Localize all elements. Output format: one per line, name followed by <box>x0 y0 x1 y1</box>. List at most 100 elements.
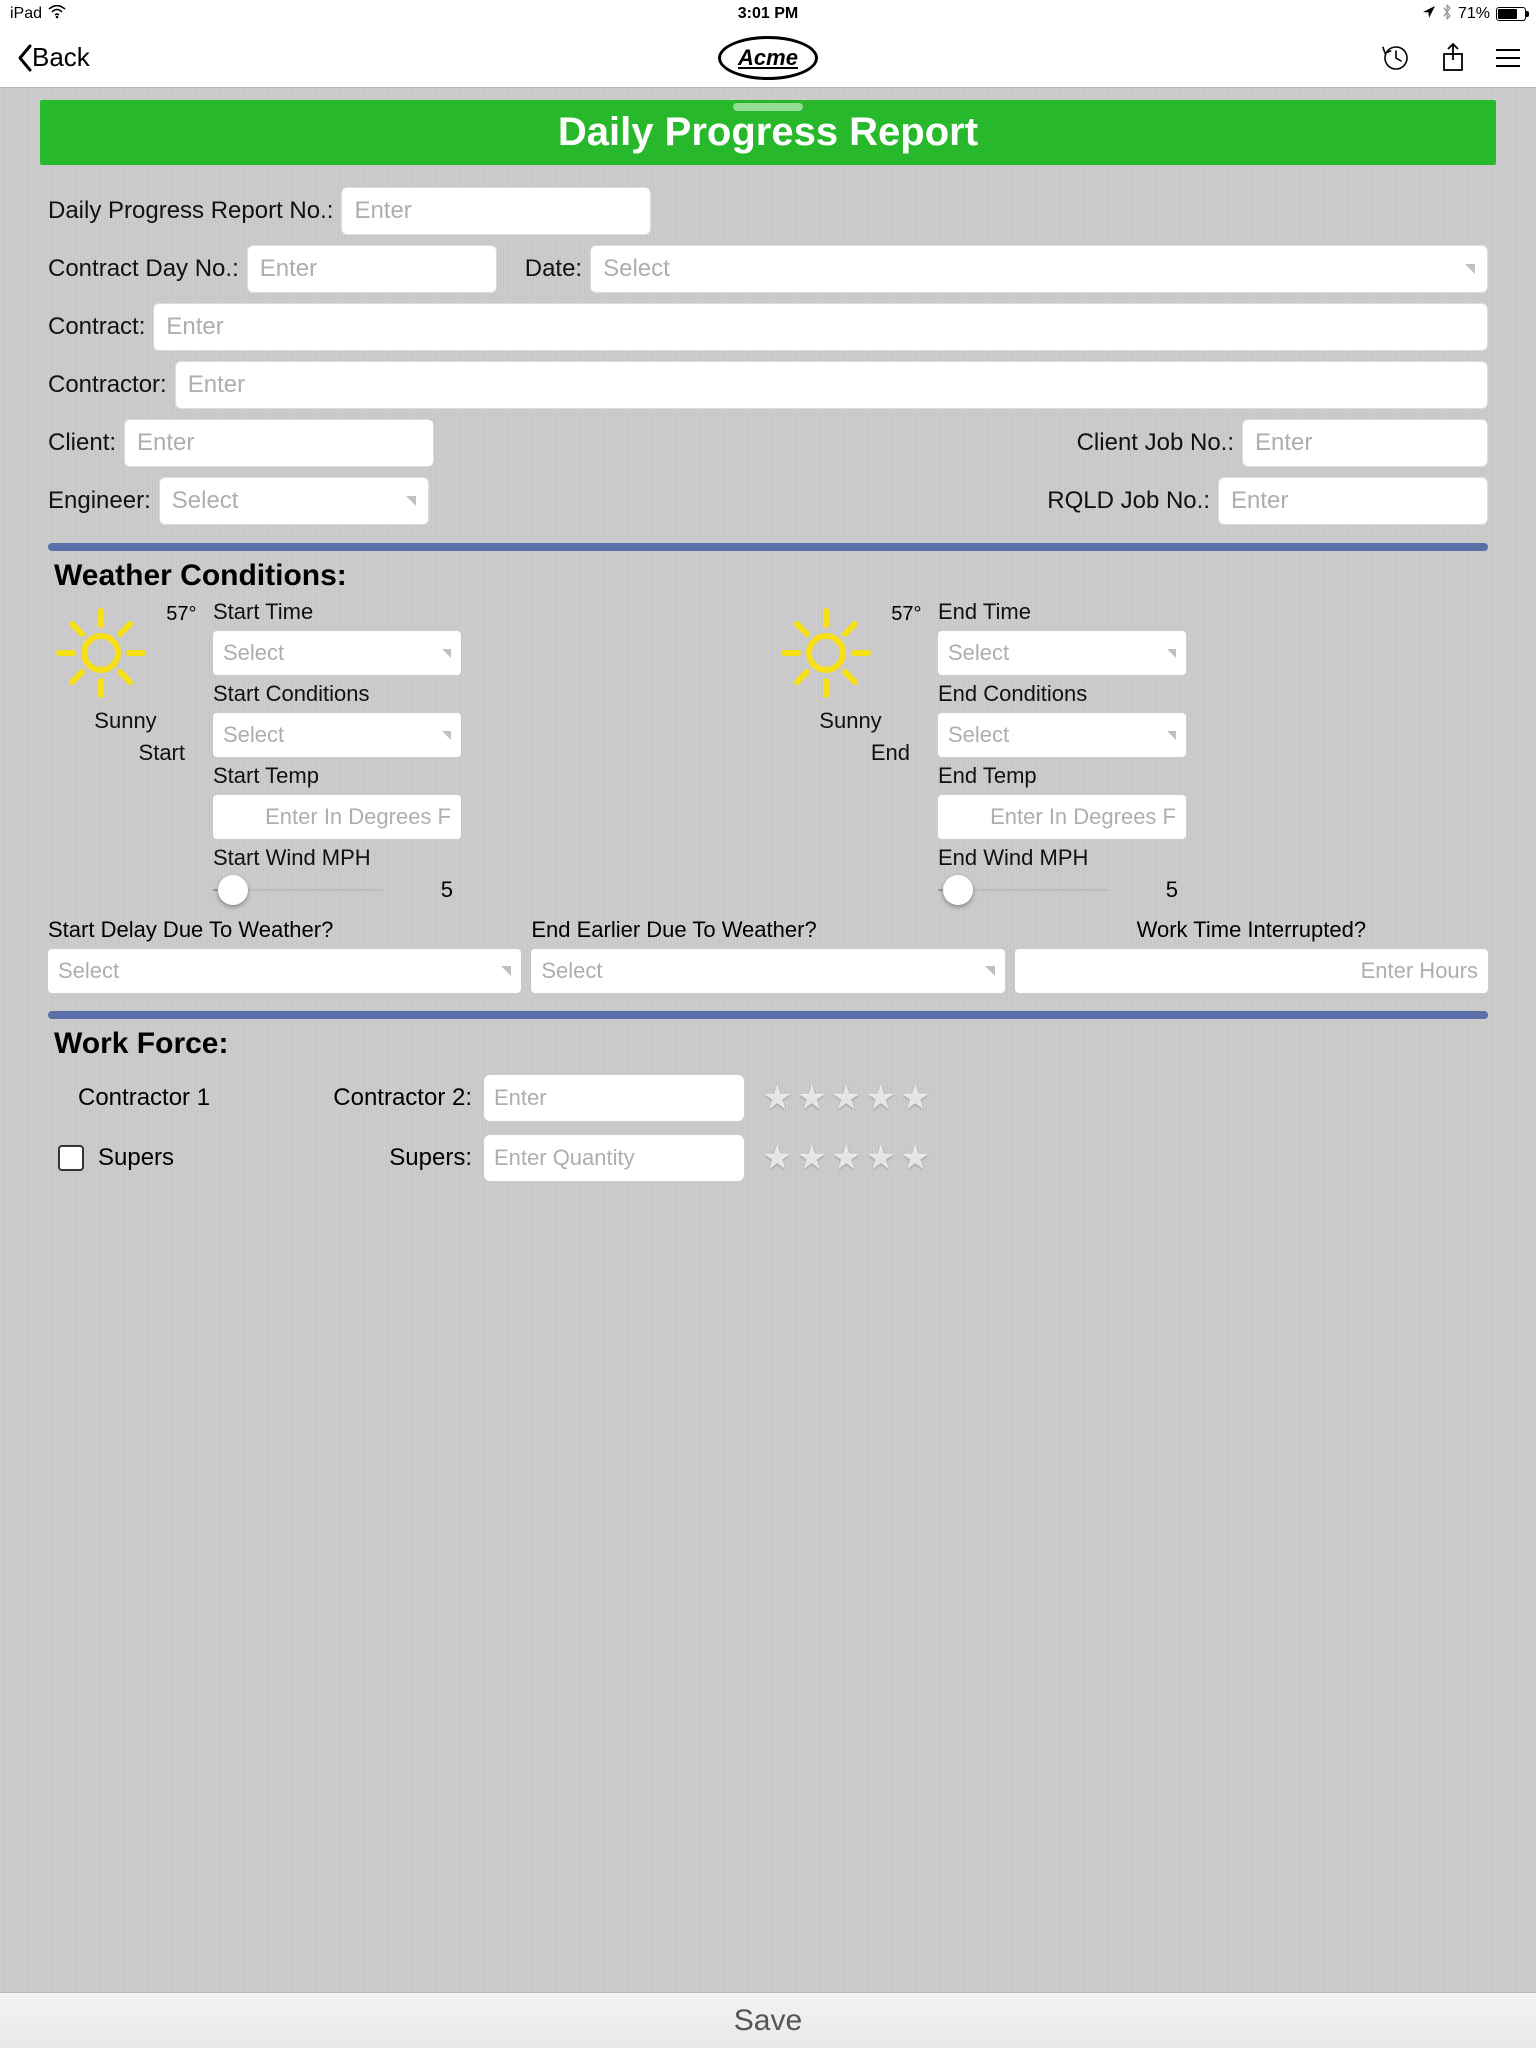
star-icon[interactable]: ★ <box>900 1138 930 1178</box>
placeholder-text: Select <box>603 255 670 283</box>
label-end-earlier: End Earlier Due To Weather? <box>531 917 1004 943</box>
label-client: Client: <box>48 429 116 457</box>
placeholder-text: Enter Quantity <box>494 1145 635 1171</box>
label-end-temp: End Temp <box>938 763 1488 789</box>
supers-qty-input[interactable]: Enter Quantity <box>484 1135 744 1181</box>
menu-icon[interactable] <box>1496 49 1520 67</box>
logo-text: Acme <box>738 45 798 71</box>
star-icon[interactable]: ★ <box>831 1138 861 1178</box>
placeholder-text: Enter <box>137 429 194 457</box>
engineer-select[interactable]: Select <box>159 477 429 525</box>
back-button[interactable]: Back <box>16 42 90 73</box>
dropdown-icon <box>1167 731 1176 740</box>
dropdown-icon <box>442 649 451 658</box>
placeholder-text: Enter <box>494 1085 547 1111</box>
sun-icon <box>776 603 876 703</box>
label-interrupted: Work Time Interrupted? <box>1015 917 1488 943</box>
start-temp-display: 57° <box>166 603 196 626</box>
start-conditions-select[interactable]: Select <box>213 713 461 757</box>
placeholder-text: Select <box>948 640 1009 666</box>
placeholder-text: Select <box>223 640 284 666</box>
star-icon[interactable]: ★ <box>762 1078 792 1118</box>
label-start-temp: Start Temp <box>213 763 763 789</box>
status-bar: iPad 3:01 PM 71% <box>0 0 1536 28</box>
end-time-select[interactable]: Select <box>938 631 1186 675</box>
star-icon[interactable]: ★ <box>796 1078 826 1118</box>
end-condition-text: Sunny <box>819 708 881 734</box>
star-icon[interactable]: ★ <box>865 1078 895 1118</box>
rqld-job-no-input[interactable]: Enter <box>1218 477 1488 525</box>
app-logo: Acme <box>718 36 818 80</box>
label-contractor2: Contractor 2: <box>296 1084 476 1112</box>
save-button[interactable]: Save <box>0 1992 1536 2048</box>
rating-stars[interactable]: ★★★★★ <box>752 1078 1488 1118</box>
supers-checkbox[interactable] <box>58 1145 84 1171</box>
drag-handle-icon[interactable] <box>733 103 803 111</box>
start-wind-slider[interactable] <box>213 889 383 891</box>
placeholder-text: Enter <box>166 313 223 341</box>
location-icon <box>1422 5 1436 24</box>
share-icon[interactable] <box>1440 42 1466 74</box>
placeholder-text: Select <box>172 487 239 515</box>
end-temp-display: 57° <box>891 603 921 626</box>
form-content: Daily Progress Report Daily Progress Rep… <box>0 88 1536 1992</box>
slider-thumb-icon[interactable] <box>943 875 973 905</box>
date-select[interactable]: Select <box>590 245 1488 293</box>
placeholder-text: Enter Hours <box>1361 958 1478 984</box>
contract-input[interactable]: Enter <box>153 303 1488 351</box>
label-end-time: End Time <box>938 599 1488 625</box>
end-earlier-select[interactable]: Select <box>531 949 1004 993</box>
star-icon[interactable]: ★ <box>865 1138 895 1178</box>
client-job-no-input[interactable]: Enter <box>1242 419 1488 467</box>
dropdown-icon <box>442 731 451 740</box>
dpr-no-input[interactable]: Enter <box>341 187 651 235</box>
placeholder-text: Enter <box>188 371 245 399</box>
nav-bar: Back Acme <box>0 28 1536 88</box>
history-icon[interactable] <box>1380 43 1410 73</box>
clock: 3:01 PM <box>738 5 798 23</box>
workforce-heading: Work Force: <box>54 1027 1488 1061</box>
label-client-job-no: Client Job No.: <box>1077 429 1234 457</box>
label-start-time: Start Time <box>213 599 763 625</box>
contract-day-no-input[interactable]: Enter <box>247 245 497 293</box>
contractor-input[interactable]: Enter <box>175 361 1488 409</box>
label-start-conditions: Start Conditions <box>213 681 763 707</box>
label-supers2: Supers: <box>296 1144 476 1172</box>
dropdown-icon <box>1465 264 1475 274</box>
label-contract-day-no: Contract Day No.: <box>48 255 239 283</box>
star-icon[interactable]: ★ <box>796 1138 826 1178</box>
dropdown-icon <box>501 966 511 976</box>
star-icon[interactable]: ★ <box>831 1078 861 1118</box>
start-delay-select[interactable]: Select <box>48 949 521 993</box>
label-end-conditions: End Conditions <box>938 681 1488 707</box>
device-label: iPad <box>10 5 42 23</box>
dropdown-icon <box>1167 649 1176 658</box>
weather-heading: Weather Conditions: <box>54 559 1488 593</box>
placeholder-text: Select <box>541 958 602 984</box>
bluetooth-icon <box>1442 4 1452 25</box>
page-title-text: Daily Progress Report <box>558 110 978 154</box>
back-label: Back <box>32 42 90 73</box>
placeholder-text: Enter In Degrees F <box>990 804 1176 830</box>
contractor2-input[interactable]: Enter <box>484 1075 744 1121</box>
placeholder-text: Enter <box>260 255 317 283</box>
star-icon[interactable]: ★ <box>900 1078 930 1118</box>
label-contractor: Contractor: <box>48 371 167 399</box>
end-wind-slider[interactable] <box>938 889 1108 891</box>
slider-thumb-icon[interactable] <box>218 875 248 905</box>
end-conditions-select[interactable]: Select <box>938 713 1186 757</box>
placeholder-text: Enter <box>1255 429 1312 457</box>
rating-stars[interactable]: ★★★★★ <box>752 1138 1488 1178</box>
placeholder-text: Enter <box>1231 487 1288 515</box>
star-icon[interactable]: ★ <box>762 1138 792 1178</box>
end-temp-input[interactable]: Enter In Degrees F <box>938 795 1186 839</box>
placeholder-text: Select <box>948 722 1009 748</box>
client-input[interactable]: Enter <box>124 419 434 467</box>
label-end-wind: End Wind MPH <box>938 845 1488 871</box>
interrupted-hours-input[interactable]: Enter Hours <box>1015 949 1488 993</box>
start-wind-value: 5 <box>441 877 461 903</box>
label-start-delay: Start Delay Due To Weather? <box>48 917 521 943</box>
start-phase-label: Start <box>139 740 203 766</box>
start-temp-input[interactable]: Enter In Degrees F <box>213 795 461 839</box>
start-time-select[interactable]: Select <box>213 631 461 675</box>
